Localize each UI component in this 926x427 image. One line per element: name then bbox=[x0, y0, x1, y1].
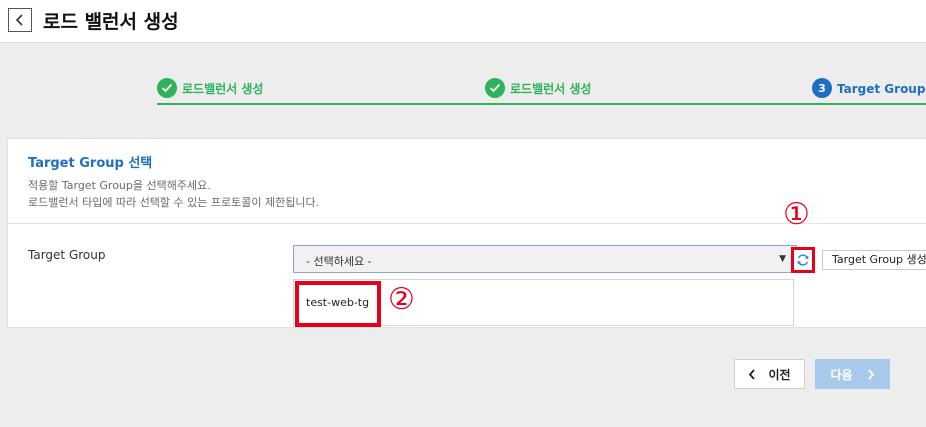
section-description-2: 로드밸런서 타입에 따라 선택할 수 있는 프로토콜이 제한됩니다. bbox=[28, 196, 320, 209]
chevron-left-icon bbox=[749, 368, 756, 380]
target-group-select[interactable]: - 선택하세요 - ▼ bbox=[293, 245, 797, 273]
option-highlight-box bbox=[295, 281, 381, 327]
refresh-button[interactable] bbox=[791, 247, 815, 273]
step-number-badge: 3 bbox=[812, 78, 832, 98]
target-group-label: Target Group bbox=[28, 248, 106, 262]
target-group-create-button[interactable]: Target Group 생성 bbox=[822, 250, 926, 270]
section-description-1: 적용할 Target Group을 선택해주세요. bbox=[28, 179, 211, 192]
annotation-one: ① bbox=[783, 197, 810, 232]
page-header: 로드 밸런서 생성 bbox=[0, 0, 926, 43]
section-title: Target Group 선택 bbox=[28, 156, 153, 171]
step-3: 3 Target Group 선택 bbox=[812, 78, 926, 98]
next-button[interactable]: 다음 bbox=[815, 359, 890, 389]
target-group-card: Target Group 선택 적용할 Target Group을 선택해주세요… bbox=[7, 138, 926, 328]
caret-down-icon: ▼ bbox=[779, 254, 786, 264]
select-value: - 선택하세요 - bbox=[306, 255, 372, 268]
step-label: Target Group 선택 bbox=[837, 81, 926, 96]
step-label: 로드밸런서 생성 bbox=[182, 81, 264, 96]
step-label: 로드밸런서 생성 bbox=[510, 81, 592, 96]
check-icon bbox=[485, 78, 505, 98]
page-title: 로드 밸런서 생성 bbox=[43, 11, 179, 33]
stepper-progress-line bbox=[157, 103, 926, 105]
check-icon bbox=[157, 78, 177, 98]
step-2: 로드밸런서 생성 bbox=[485, 78, 591, 98]
refresh-icon bbox=[797, 254, 809, 266]
chevron-right-icon bbox=[867, 368, 874, 380]
step-1: 로드밸런서 생성 bbox=[157, 78, 263, 98]
next-label: 다음 bbox=[830, 367, 853, 382]
prev-button[interactable]: 이전 bbox=[734, 359, 805, 389]
annotation-two: ② bbox=[388, 282, 415, 317]
prev-label: 이전 bbox=[768, 367, 791, 382]
chevron-left-icon bbox=[15, 14, 23, 26]
back-button[interactable] bbox=[8, 8, 32, 32]
